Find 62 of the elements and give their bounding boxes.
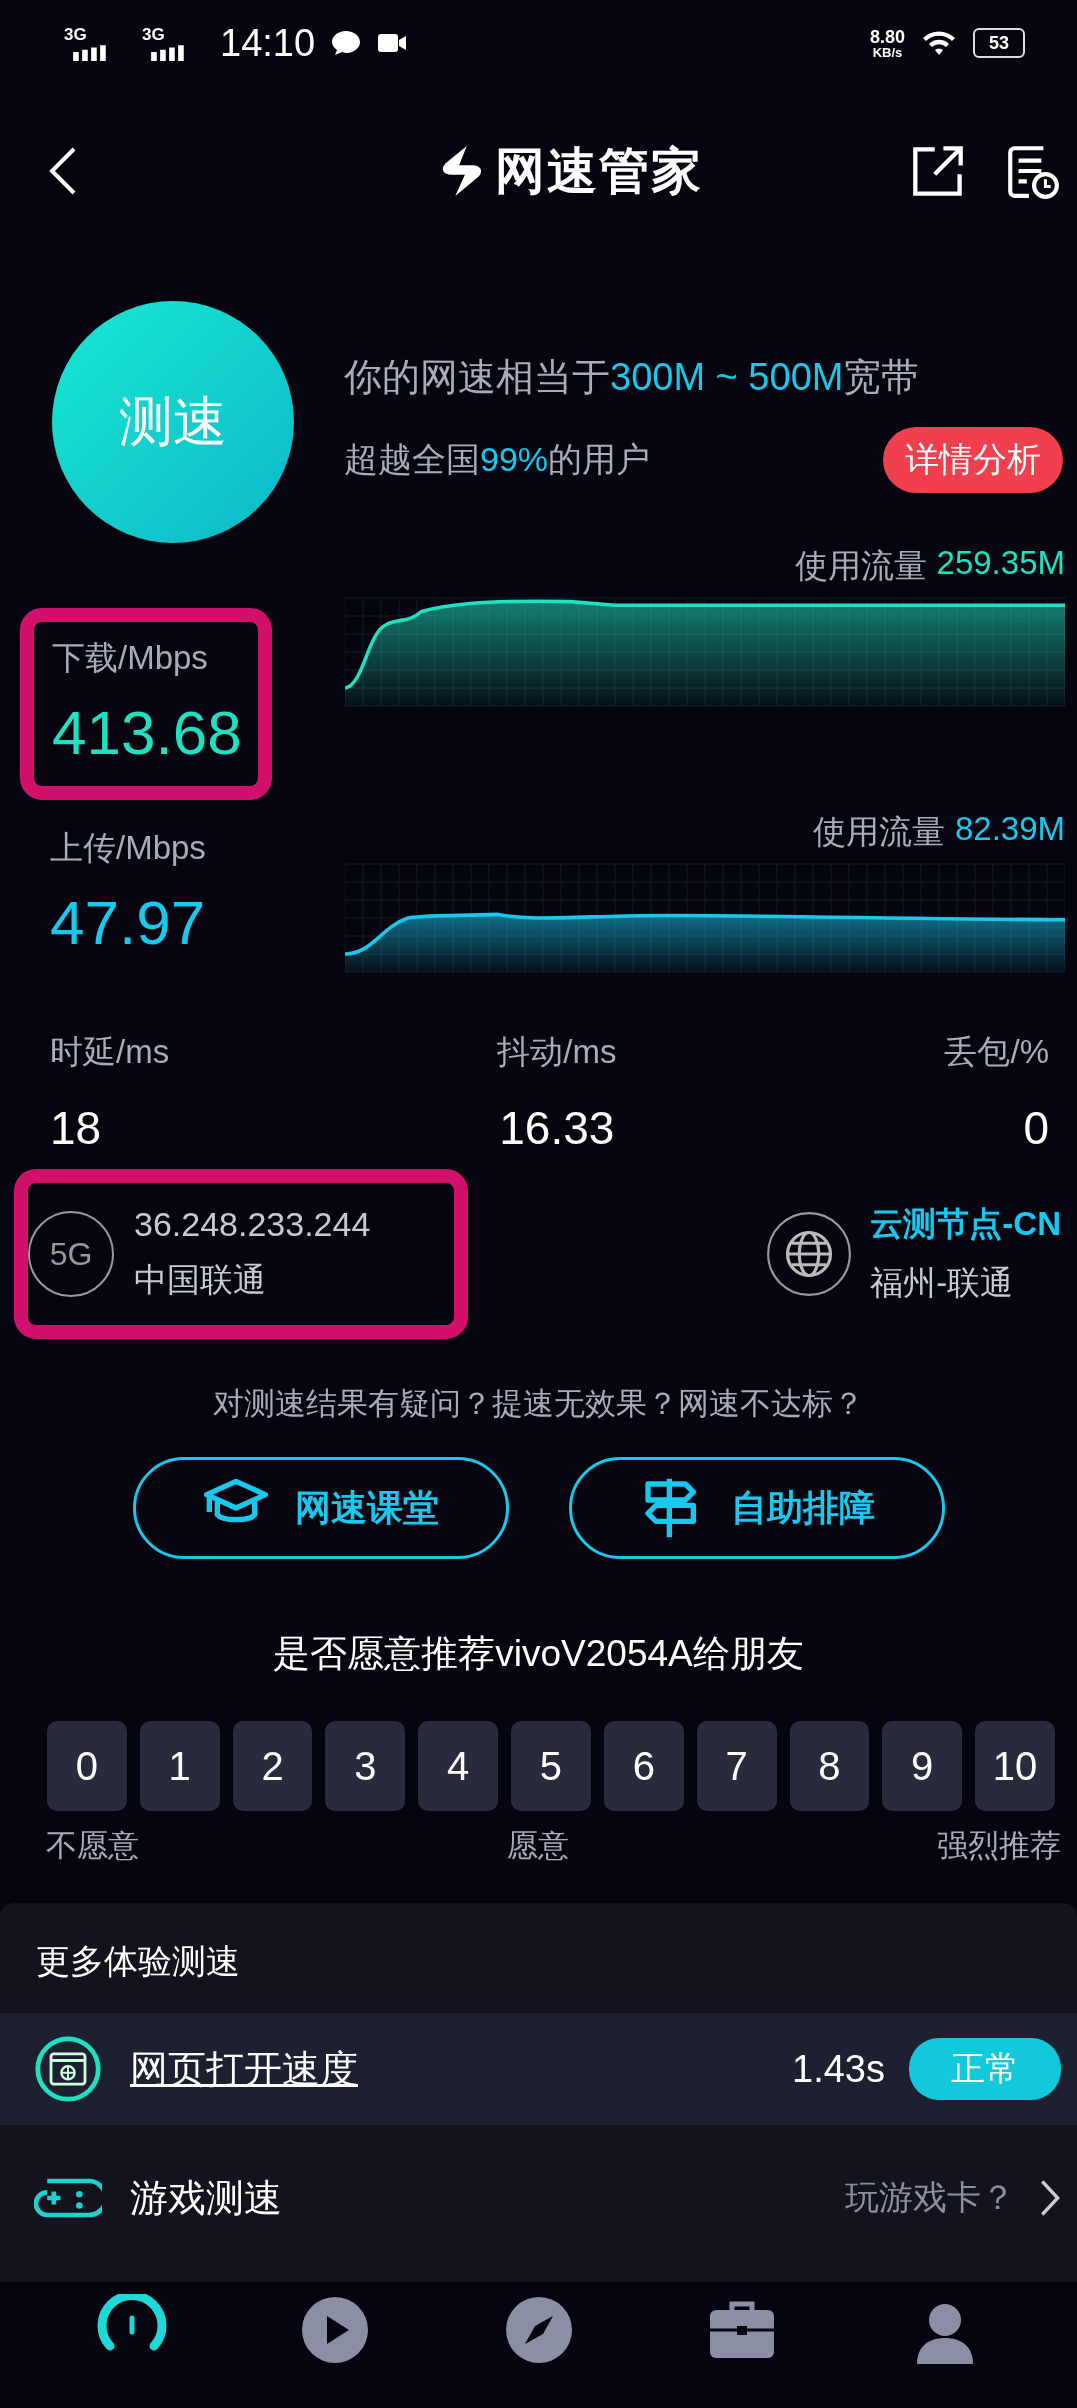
test-hint: 玩游戏卡？ [845,2177,1015,2218]
troubleshoot-button[interactable]: 自助排障 [568,1457,945,1559]
score-button[interactable]: 7 [696,1721,777,1811]
network-type: 3G [64,25,87,45]
classroom-button[interactable]: 网速课堂 [132,1457,509,1559]
usage-value: 82.39M [954,810,1065,849]
speed-value: 413.68 [52,697,243,768]
test-row[interactable]: 游戏测速 玩游戏卡？ [0,2149,1077,2247]
speed-unit: KB/s [872,45,903,59]
clock: 14:10 [220,21,316,65]
test-row[interactable]: 网页打开速度 1.43s 正常 [0,2013,1077,2125]
battery-icon: 53 [973,28,1025,58]
score-button[interactable]: 5 [511,1721,591,1811]
metric-label: 抖动/ms [497,1032,617,1072]
chevron-right-icon [1039,2178,1061,2218]
score-button[interactable]: 6 [603,1721,684,1811]
speed-comparison-text: 你的网速相当于300M ~ 500M宽带 [344,354,921,400]
recommend-question: 是否愿意推荐vivoV2054A给朋友 [272,1632,805,1676]
scale-label: 不愿意 [46,1827,139,1865]
speed-label: 下载/Mbps [52,638,209,678]
metric-value: 16.33 [499,1101,615,1155]
speed-text: 8.80 [869,27,905,46]
ranking-text: 超越全国99%的用户 [344,438,651,480]
status-badge: 正常 [909,2038,1061,2100]
server-node[interactable]: 云测节点-CN [870,1202,1061,1247]
test-label: 游戏测速 [130,2175,282,2221]
network-badge: 5G [28,1211,114,1297]
globe-icon [766,1211,853,1297]
test-link[interactable]: 网页打开速度 [130,2043,358,2095]
score-button[interactable]: 3 [325,1721,406,1811]
server-location: 福州-联通 [870,1263,1015,1303]
score-button[interactable]: 0 [47,1721,127,1811]
metric-value: 18 [50,1101,102,1155]
chat-icon [331,30,362,56]
metric-label: 时延/ms [50,1032,170,1072]
usage-value: 259.35M [936,544,1065,583]
ip-address: 36.248.233.244 [134,1205,371,1244]
test-result: 1.43s [792,2047,885,2091]
speed-label: 上传/Mbps [50,828,207,868]
score-button[interactable]: 1 [139,1721,220,1811]
wifi-icon [921,29,957,57]
section-title: 更多体验测速 [35,1941,241,1982]
browser-globe-icon [34,2035,102,2103]
operator-name: 中国联通 [134,1260,267,1300]
detail-analysis-button[interactable]: 详情分析 [883,426,1063,493]
app-title: 网速管家 [494,141,703,201]
score-button[interactable]: 8 [789,1721,870,1811]
help-question: 对测速结果有疑问？提速无效果？网速不达标？ [212,1385,865,1423]
signal-icon [150,43,186,61]
score-button[interactable]: 10 [975,1721,1055,1811]
score-button[interactable]: 9 [882,1721,963,1811]
metric-label: 丢包/% [944,1032,1049,1072]
scale-label: 愿意 [507,1827,569,1865]
score-button[interactable]: 4 [418,1721,499,1811]
score-button[interactable]: 2 [232,1721,313,1811]
usage-label: 使用流量 [794,546,927,586]
usage-label: 使用流量 [812,812,945,852]
network-type: 3G [142,25,165,45]
speed-value: 47.97 [50,887,207,958]
scale-label: 强烈推荐 [937,1827,1061,1865]
metric-value: 0 [1023,1101,1049,1155]
signal-icon [72,43,108,61]
